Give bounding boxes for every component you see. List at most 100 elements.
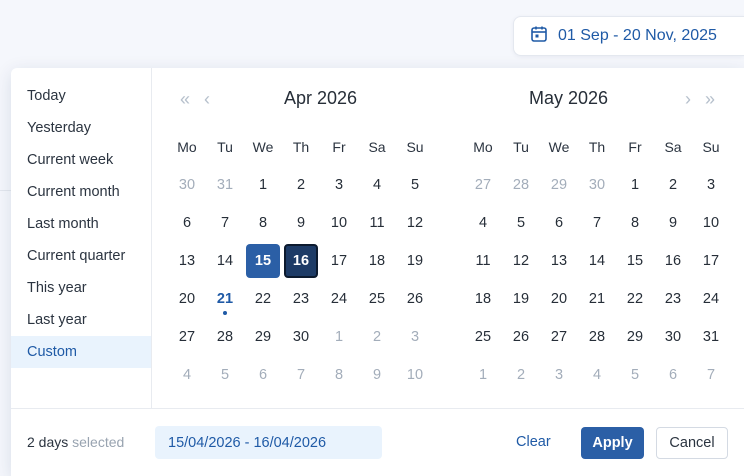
next-month-icon[interactable]: › (677, 89, 699, 110)
day-cell[interactable]: 29 (616, 318, 654, 356)
preset-custom[interactable]: Custom (11, 336, 151, 368)
day-cell[interactable]: 18 (464, 280, 502, 318)
day-cell[interactable]: 22 (244, 280, 282, 318)
day-cell[interactable]: 21 (206, 280, 244, 318)
day-cell[interactable]: 26 (396, 280, 434, 318)
day-cell[interactable]: 7 (578, 204, 616, 242)
day-cell[interactable]: 28 (206, 318, 244, 356)
day-cell[interactable]: 8 (244, 204, 282, 242)
day-cell[interactable]: 12 (396, 204, 434, 242)
day-cell[interactable]: 13 (540, 242, 578, 280)
preset-current-quarter[interactable]: Current quarter (11, 240, 151, 272)
day-cell[interactable]: 16 (654, 242, 692, 280)
day-cell[interactable]: 3 (320, 166, 358, 204)
day-cell[interactable]: 19 (502, 280, 540, 318)
day-cell[interactable]: 3 (540, 356, 578, 394)
day-cell[interactable]: 4 (168, 356, 206, 394)
day-cell[interactable]: 5 (616, 356, 654, 394)
day-cell[interactable]: 2 (502, 356, 540, 394)
day-cell[interactable]: 23 (654, 280, 692, 318)
day-cell[interactable]: 5 (502, 204, 540, 242)
day-cell[interactable]: 26 (502, 318, 540, 356)
day-cell[interactable]: 1 (464, 356, 502, 394)
day-cell[interactable]: 6 (168, 204, 206, 242)
day-cell[interactable]: 6 (540, 204, 578, 242)
day-cell[interactable]: 31 (206, 166, 244, 204)
day-cell[interactable]: 9 (654, 204, 692, 242)
day-cell[interactable]: 10 (396, 356, 434, 394)
day-cell[interactable]: 15 (244, 242, 282, 280)
day-cell[interactable]: 4 (464, 204, 502, 242)
preset-this-year[interactable]: This year (11, 272, 151, 304)
day-cell[interactable]: 17 (320, 242, 358, 280)
day-cell[interactable]: 10 (320, 204, 358, 242)
day-cell[interactable]: 21 (578, 280, 616, 318)
day-cell[interactable]: 10 (692, 204, 730, 242)
day-cell[interactable]: 1 (244, 166, 282, 204)
day-cell[interactable]: 30 (282, 318, 320, 356)
day-cell[interactable]: 22 (616, 280, 654, 318)
day-cell[interactable]: 27 (540, 318, 578, 356)
day-cell[interactable]: 5 (396, 166, 434, 204)
day-cell[interactable]: 1 (616, 166, 654, 204)
day-cell[interactable]: 2 (654, 166, 692, 204)
date-range-input[interactable] (155, 426, 382, 459)
day-cell[interactable]: 4 (578, 356, 616, 394)
prev-month-icon[interactable]: ‹ (196, 89, 218, 110)
day-cell[interactable]: 1 (320, 318, 358, 356)
day-cell[interactable]: 29 (244, 318, 282, 356)
apply-button[interactable]: Apply (581, 427, 644, 459)
day-cell[interactable]: 25 (358, 280, 396, 318)
day-cell[interactable]: 27 (168, 318, 206, 356)
day-cell[interactable]: 6 (244, 356, 282, 394)
day-cell[interactable]: 7 (692, 356, 730, 394)
day-cell[interactable]: 2 (358, 318, 396, 356)
day-cell[interactable]: 11 (358, 204, 396, 242)
preset-last-year[interactable]: Last year (11, 304, 151, 336)
day-cell[interactable]: 14 (578, 242, 616, 280)
day-cell[interactable]: 20 (540, 280, 578, 318)
day-cell[interactable]: 13 (168, 242, 206, 280)
day-cell[interactable]: 16 (282, 242, 320, 280)
day-cell[interactable]: 28 (502, 166, 540, 204)
day-cell[interactable]: 30 (578, 166, 616, 204)
day-cell[interactable]: 14 (206, 242, 244, 280)
day-cell[interactable]: 31 (692, 318, 730, 356)
preset-yesterday[interactable]: Yesterday (11, 112, 151, 144)
day-cell[interactable]: 11 (464, 242, 502, 280)
day-cell[interactable]: 17 (692, 242, 730, 280)
day-cell[interactable]: 4 (358, 166, 396, 204)
day-cell[interactable]: 27 (464, 166, 502, 204)
cancel-button[interactable]: Cancel (656, 427, 728, 459)
day-cell[interactable]: 29 (540, 166, 578, 204)
date-range-trigger-button[interactable]: 01 Sep - 20 Nov, 2025 (513, 16, 744, 56)
day-cell[interactable]: 3 (692, 166, 730, 204)
preset-today[interactable]: Today (11, 80, 151, 112)
day-cell[interactable]: 6 (654, 356, 692, 394)
day-cell[interactable]: 8 (616, 204, 654, 242)
preset-last-month[interactable]: Last month (11, 208, 151, 240)
day-cell[interactable]: 2 (282, 166, 320, 204)
clear-button[interactable]: Clear (516, 426, 551, 459)
day-cell[interactable]: 23 (282, 280, 320, 318)
day-cell[interactable]: 7 (282, 356, 320, 394)
day-cell[interactable]: 24 (320, 280, 358, 318)
day-cell[interactable]: 9 (358, 356, 396, 394)
day-cell[interactable]: 30 (654, 318, 692, 356)
day-cell[interactable]: 15 (616, 242, 654, 280)
prev-year-icon[interactable]: « (174, 89, 196, 110)
next-year-icon[interactable]: » (699, 89, 721, 110)
day-cell[interactable]: 8 (320, 356, 358, 394)
day-cell[interactable]: 20 (168, 280, 206, 318)
day-cell[interactable]: 24 (692, 280, 730, 318)
day-cell[interactable]: 19 (396, 242, 434, 280)
preset-current-month[interactable]: Current month (11, 176, 151, 208)
day-cell[interactable]: 30 (168, 166, 206, 204)
day-cell[interactable]: 7 (206, 204, 244, 242)
day-cell[interactable]: 3 (396, 318, 434, 356)
day-cell[interactable]: 28 (578, 318, 616, 356)
day-cell[interactable]: 9 (282, 204, 320, 242)
preset-current-week[interactable]: Current week (11, 144, 151, 176)
day-cell[interactable]: 12 (502, 242, 540, 280)
day-cell[interactable]: 25 (464, 318, 502, 356)
